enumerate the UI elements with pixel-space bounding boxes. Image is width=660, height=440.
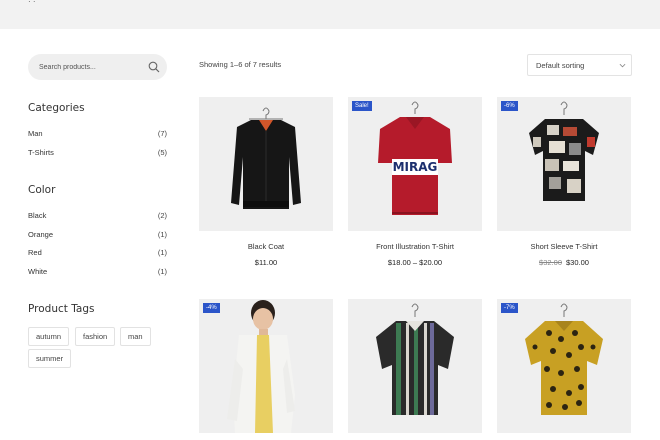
tag-autumn[interactable]: autumn xyxy=(28,327,70,346)
chevron-down-icon xyxy=(619,63,626,68)
color-count: (1) xyxy=(157,267,167,276)
price-current: $18.00 – $20.00 xyxy=(387,258,443,267)
print-text: MIRAG xyxy=(392,160,438,174)
category-count: (7) xyxy=(157,129,167,138)
color-item-orange[interactable]: Orange (1) xyxy=(28,228,167,242)
product-image[interactable]: -4% xyxy=(199,299,333,433)
photo-print-shirt-image xyxy=(529,101,599,201)
product-image[interactable]: -7% xyxy=(497,299,631,433)
categories-title: Categories xyxy=(28,102,85,114)
product-price: $18.00 – $20.00 xyxy=(348,258,482,267)
product-tags-title: Product Tags xyxy=(28,303,95,315)
product-price: $11.00 xyxy=(199,258,333,267)
category-label[interactable]: T-Shirts xyxy=(28,148,54,157)
tag-summer[interactable]: summer xyxy=(28,349,72,368)
color-count: (1) xyxy=(157,230,167,239)
tag-man[interactable]: man xyxy=(120,327,151,346)
color-item-black[interactable]: Black (2) xyxy=(28,209,167,223)
search-input[interactable] xyxy=(28,54,138,80)
search-icon[interactable] xyxy=(148,61,160,73)
patterned-shirt-image xyxy=(525,303,603,415)
discount-badge: -4% xyxy=(203,303,220,313)
discount-badge: -7% xyxy=(501,303,518,313)
product-image[interactable] xyxy=(348,299,482,433)
color-item-white[interactable]: White (1) xyxy=(28,265,167,279)
color-label[interactable]: White xyxy=(28,267,47,276)
top-bar-text: · · xyxy=(28,0,36,6)
product-image[interactable] xyxy=(199,97,333,231)
color-count: (1) xyxy=(157,248,167,257)
sorting-value: Default sorting xyxy=(536,61,585,70)
product-image[interactable]: MIRAG Sale! xyxy=(348,97,482,231)
color-label[interactable]: Red xyxy=(28,248,42,257)
sorting-select[interactable]: Default sorting xyxy=(527,54,632,76)
product-title[interactable]: Short Sleeve T-Shirt xyxy=(497,242,631,251)
sale-badge: Sale! xyxy=(352,101,372,111)
color-count: (2) xyxy=(157,211,167,220)
model-white-shirt-image xyxy=(227,300,295,433)
category-count: (5) xyxy=(157,148,167,157)
top-bar: · · xyxy=(0,0,660,29)
product-title[interactable]: Front Illustration T-Shirt xyxy=(348,242,482,251)
product-title[interactable]: Black Coat xyxy=(199,242,333,251)
category-item-t-shirts[interactable]: T-Shirts (5) xyxy=(28,146,167,160)
category-label[interactable]: Man xyxy=(28,129,43,138)
price-old: $32.00 xyxy=(539,258,562,267)
discount-badge: -6% xyxy=(501,101,518,111)
striped-shirt-image xyxy=(376,303,454,415)
category-item-man[interactable]: Man (7) xyxy=(28,127,167,141)
product-price: $32.00 $30.00 xyxy=(497,258,631,267)
color-label[interactable]: Orange xyxy=(28,230,53,239)
price-current: $11.00 xyxy=(254,258,278,267)
color-item-red[interactable]: Red (1) xyxy=(28,246,167,260)
tag-fashion[interactable]: fashion xyxy=(75,327,116,346)
result-count: Showing 1–6 of 7 results xyxy=(199,60,282,69)
color-title: Color xyxy=(28,184,56,196)
black-coat-image xyxy=(231,107,301,209)
product-image[interactable]: -6% xyxy=(497,97,631,231)
product-search xyxy=(28,54,167,80)
color-label[interactable]: Black xyxy=(28,211,46,220)
price-current: $30.00 xyxy=(566,258,589,267)
